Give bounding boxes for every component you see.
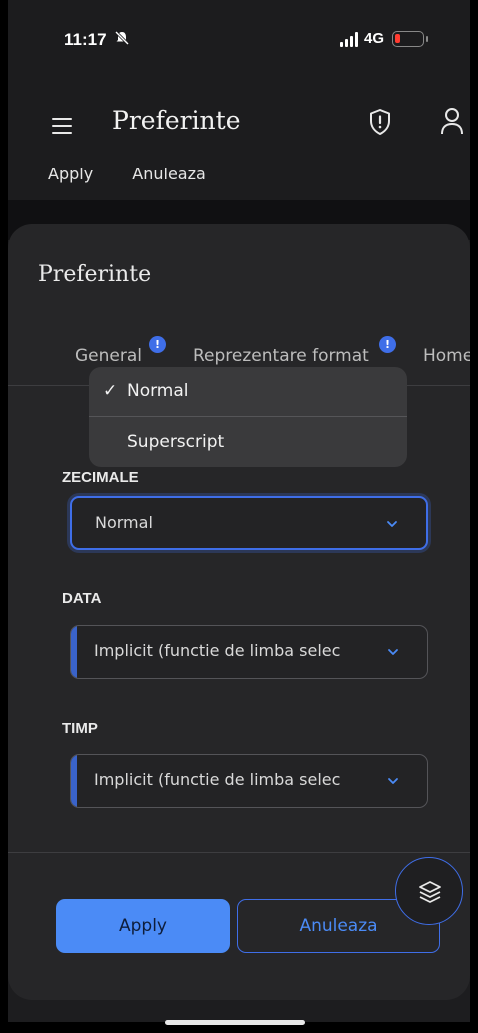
page-title: Preferinte (112, 106, 241, 135)
select-accent-bar (71, 626, 77, 678)
phone-screen: 11:17 4G Preferinte Apply Anuleaza Prefe… (8, 0, 470, 1022)
battery-icon (392, 31, 428, 47)
chevron-down-icon (388, 649, 398, 655)
menu-option-normal-label: Normal (127, 381, 189, 401)
tab-general[interactable]: General (75, 346, 142, 366)
layers-icon (419, 881, 441, 903)
menu-option-superscript[interactable]: Superscript (89, 417, 407, 467)
app-header: Preferinte Apply Anuleaza (8, 80, 470, 200)
shield-alert-icon[interactable] (368, 108, 392, 136)
chevron-down-icon (387, 521, 397, 527)
data-value: Implicit (functie de limba selec (94, 641, 341, 660)
tab-home[interactable]: Home (423, 346, 470, 366)
data-select[interactable]: Implicit (functie de limba selec (70, 625, 428, 679)
apply-button[interactable]: Apply (56, 899, 230, 953)
timp-value: Implicit (functie de limba selec (94, 770, 341, 789)
sheet-title: Preferinte (38, 262, 152, 287)
tab-general-alert-badge: ! (149, 336, 166, 353)
layers-fab-button[interactable] (395, 857, 463, 925)
chevron-down-icon (388, 778, 398, 784)
background-apply-label: Apply (48, 164, 94, 183)
status-time: 11:17 (64, 30, 107, 49)
zecimale-dropdown-menu: ✓ Normal Superscript (89, 367, 407, 467)
network-type: 4G (364, 30, 385, 47)
data-label: DATA (62, 590, 102, 607)
signal-icon (340, 32, 358, 47)
status-bar: 11:17 4G (8, 0, 470, 80)
menu-option-superscript-label: Superscript (127, 432, 225, 452)
zecimale-value: Normal (95, 513, 153, 532)
muted-bell-icon (114, 30, 130, 50)
timp-label: TIMP (62, 720, 98, 737)
timp-select[interactable]: Implicit (functie de limba selec (70, 754, 428, 808)
home-indicator[interactable] (165, 1020, 305, 1025)
zecimale-label: ZECIMALE (62, 469, 139, 486)
user-icon[interactable] (440, 106, 464, 136)
background-cancel-label: Anuleaza (132, 164, 206, 183)
tab-reprezentare-format[interactable]: Reprezentare format (193, 346, 369, 366)
tab-format-alert-badge: ! (379, 336, 396, 353)
select-accent-bar (71, 755, 77, 807)
background-actions: Apply Anuleaza (48, 164, 240, 183)
preferences-sheet: Preferinte General ! Reprezentare format… (8, 224, 470, 1000)
hamburger-icon[interactable] (52, 118, 72, 139)
menu-option-normal[interactable]: ✓ Normal (89, 367, 407, 417)
checkmark-icon: ✓ (103, 381, 118, 401)
footer-divider (8, 852, 470, 853)
zecimale-select[interactable]: Normal (70, 496, 428, 550)
